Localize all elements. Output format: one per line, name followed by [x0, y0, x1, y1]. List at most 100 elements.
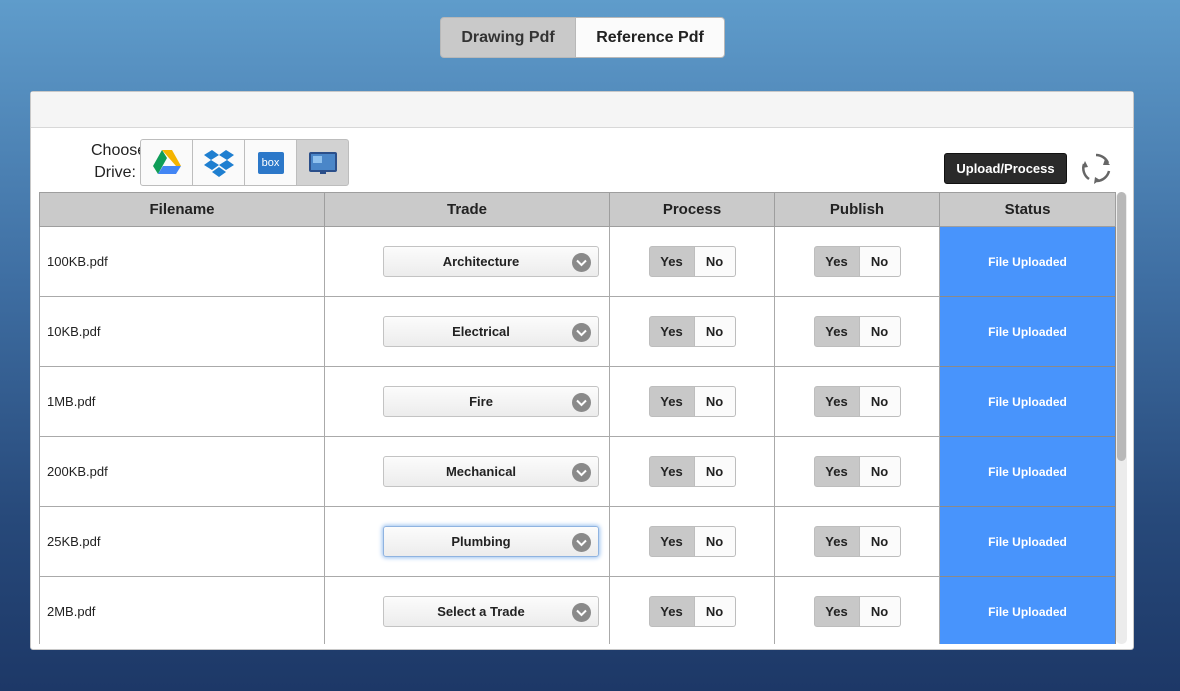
trade-select[interactable]: Architecture	[383, 246, 599, 277]
chevron-down-icon	[572, 603, 591, 622]
publish-cell: Yes No	[774, 226, 940, 297]
box-button[interactable]: box	[244, 139, 297, 186]
filename: 200KB.pdf	[47, 464, 108, 479]
chevron-down-icon	[572, 323, 591, 342]
process-no-button[interactable]: No	[694, 526, 736, 557]
trade-cell: Fire	[324, 366, 610, 437]
publish-cell: Yes No	[774, 436, 940, 507]
process-yes-button[interactable]: Yes	[648, 456, 695, 487]
process-no-button[interactable]: No	[694, 316, 736, 347]
status-cell: File Uploaded	[939, 296, 1116, 367]
column-header-filename[interactable]: Filename	[39, 192, 325, 227]
local-computer-button[interactable]	[296, 139, 349, 186]
process-cell: Yes No	[609, 576, 775, 644]
dropbox-button[interactable]	[192, 139, 245, 186]
publish-yes-button[interactable]: Yes	[813, 526, 860, 557]
process-yes-button[interactable]: Yes	[648, 316, 695, 347]
upload-process-button[interactable]: Upload/Process	[944, 153, 1067, 184]
drive-selector: box	[140, 139, 349, 186]
publish-yes-button[interactable]: Yes	[813, 316, 860, 347]
trade-cell: Architecture	[324, 226, 610, 297]
box-icon: box	[257, 151, 284, 174]
files-table: Filename Trade Process Publish Status 10…	[39, 192, 1116, 644]
table-row: 1MB.pdf Fire Yes No Yes No File Uploaded	[39, 366, 1116, 437]
choose-drive-label-line1: Choose	[91, 142, 147, 159]
filename-cell: 25KB.pdf	[39, 506, 325, 577]
trade-cell: Select a Trade	[324, 576, 610, 644]
files-table-container: Filename Trade Process Publish Status 10…	[39, 192, 1116, 644]
trade-cell: Plumbing	[324, 506, 610, 577]
process-yes-button[interactable]: Yes	[648, 526, 695, 557]
refresh-button[interactable]	[1079, 151, 1113, 185]
chevron-down-icon	[572, 463, 591, 482]
filename-cell: 2MB.pdf	[39, 576, 325, 644]
status-text: File Uploaded	[988, 604, 1067, 619]
pdf-type-tabs: Drawing Pdf Reference Pdf	[440, 17, 725, 58]
publish-cell: Yes No	[774, 506, 940, 577]
status-cell: File Uploaded	[939, 436, 1116, 507]
status-text: File Uploaded	[988, 534, 1067, 549]
process-no-button[interactable]: No	[694, 596, 736, 627]
trade-select[interactable]: Electrical	[383, 316, 599, 347]
column-header-process[interactable]: Process	[609, 192, 775, 227]
process-cell: Yes No	[609, 506, 775, 577]
trade-select[interactable]: Fire	[383, 386, 599, 417]
publish-toggle: Yes No	[813, 596, 901, 627]
publish-yes-button[interactable]: Yes	[813, 246, 860, 277]
upload-panel: Choose Drive: box Upload/Process Filenam…	[30, 91, 1134, 650]
table-row: 2MB.pdf Select a Trade Yes No Yes No Fil…	[39, 576, 1116, 644]
trade-select[interactable]: Plumbing	[383, 526, 599, 557]
choose-drive-label-line2: Drive:	[94, 164, 136, 181]
google-drive-button[interactable]	[140, 139, 193, 186]
status-cell: File Uploaded	[939, 506, 1116, 577]
trade-select-value: Fire	[469, 394, 493, 409]
table-row: 200KB.pdf Mechanical Yes No Yes No File …	[39, 436, 1116, 507]
trade-select-value: Plumbing	[451, 534, 511, 549]
publish-no-button[interactable]: No	[859, 316, 901, 347]
column-header-status[interactable]: Status	[939, 192, 1116, 227]
filename-cell: 200KB.pdf	[39, 436, 325, 507]
process-cell: Yes No	[609, 296, 775, 367]
publish-yes-button[interactable]: Yes	[813, 386, 860, 417]
publish-no-button[interactable]: No	[859, 456, 901, 487]
status-text: File Uploaded	[988, 464, 1067, 479]
process-cell: Yes No	[609, 226, 775, 297]
status-cell: File Uploaded	[939, 576, 1116, 644]
trade-cell: Mechanical	[324, 436, 610, 507]
process-cell: Yes No	[609, 436, 775, 507]
filename-cell: 100KB.pdf	[39, 226, 325, 297]
status-cell: File Uploaded	[939, 226, 1116, 297]
chevron-down-icon	[572, 533, 591, 552]
status-cell: File Uploaded	[939, 366, 1116, 437]
publish-no-button[interactable]: No	[859, 596, 901, 627]
trade-select[interactable]: Select a Trade	[383, 596, 599, 627]
publish-yes-button[interactable]: Yes	[813, 456, 860, 487]
status-text: File Uploaded	[988, 394, 1067, 409]
publish-cell: Yes No	[774, 296, 940, 367]
publish-no-button[interactable]: No	[859, 386, 901, 417]
table-header-row: Filename Trade Process Publish Status	[39, 192, 1116, 227]
publish-yes-button[interactable]: Yes	[813, 596, 860, 627]
trade-select-value: Select a Trade	[437, 604, 525, 619]
google-drive-icon	[152, 150, 181, 174]
process-yes-button[interactable]: Yes	[648, 246, 695, 277]
column-header-trade[interactable]: Trade	[324, 192, 610, 227]
process-yes-button[interactable]: Yes	[648, 386, 695, 417]
process-yes-button[interactable]: Yes	[648, 596, 695, 627]
tab-reference-pdf[interactable]: Reference Pdf	[576, 17, 725, 58]
table-row: 100KB.pdf Architecture Yes No Yes No Fil…	[39, 226, 1116, 297]
process-no-button[interactable]: No	[694, 456, 736, 487]
column-header-publish[interactable]: Publish	[774, 192, 940, 227]
dropbox-icon	[203, 149, 234, 177]
publish-no-button[interactable]: No	[859, 246, 901, 277]
box-icon-text: box	[261, 156, 280, 169]
filename: 100KB.pdf	[47, 254, 108, 269]
process-no-button[interactable]: No	[694, 246, 736, 277]
publish-no-button[interactable]: No	[859, 526, 901, 557]
process-no-button[interactable]: No	[694, 386, 736, 417]
scrollbar-thumb[interactable]	[1117, 192, 1126, 461]
tab-drawing-pdf[interactable]: Drawing Pdf	[440, 17, 576, 58]
panel-header	[31, 92, 1133, 128]
trade-select[interactable]: Mechanical	[383, 456, 599, 487]
table-scrollbar[interactable]	[1116, 192, 1127, 644]
